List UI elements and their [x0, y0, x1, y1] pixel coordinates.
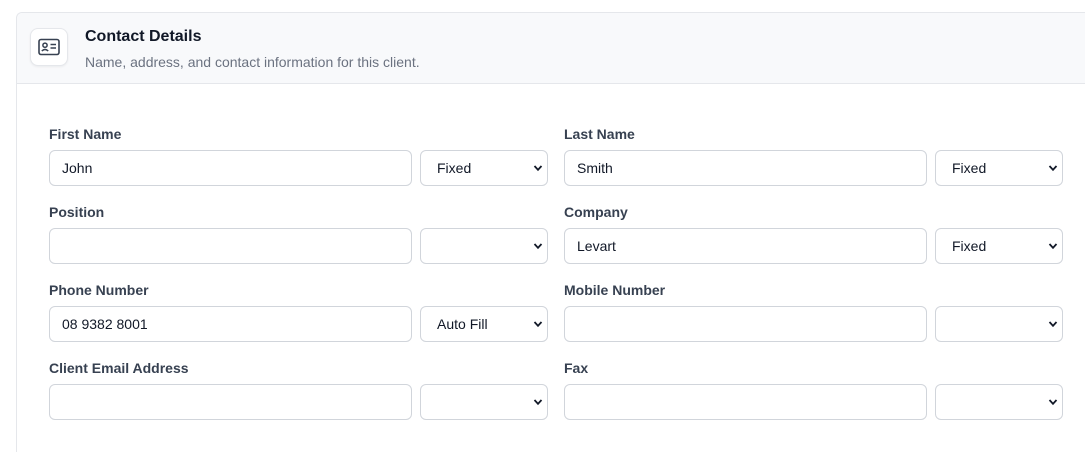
mobile-number-label: Mobile Number	[564, 282, 666, 298]
section-subtitle: Name, address, and contact information f…	[85, 54, 420, 70]
client-email-label: Client Email Address	[49, 360, 189, 376]
first-name-input[interactable]: John	[49, 150, 412, 186]
fax-label: Fax	[564, 360, 589, 376]
company-mode-value: Fixed	[952, 238, 987, 254]
company-mode-select[interactable]: Fixed	[935, 228, 1063, 264]
mobile-number-input[interactable]	[564, 306, 927, 342]
position-input[interactable]	[49, 228, 412, 264]
chevron-down-icon	[1048, 165, 1058, 172]
chevron-down-icon	[1048, 243, 1058, 250]
contact-card-icon	[30, 28, 68, 66]
card-header: Contact Details Name, address, and conta…	[17, 13, 1085, 84]
position-mode-select[interactable]	[420, 228, 548, 264]
company-label: Company	[564, 204, 628, 220]
last-name-mode-select[interactable]: Fixed	[935, 150, 1063, 186]
chevron-down-icon	[533, 399, 543, 406]
company-input[interactable]: Levart	[564, 228, 927, 264]
fax-input[interactable]	[564, 384, 927, 420]
position-label: Position	[49, 204, 105, 220]
mobile-number-mode-select[interactable]	[935, 306, 1063, 342]
chevron-down-icon	[1048, 321, 1058, 328]
chevron-down-icon	[533, 243, 543, 250]
client-email-input[interactable]	[49, 384, 412, 420]
section-title: Contact Details	[85, 28, 202, 45]
first-name-label: First Name	[49, 126, 122, 142]
phone-number-mode-select[interactable]: Auto Fill	[420, 306, 548, 342]
fax-mode-select[interactable]	[935, 384, 1063, 420]
phone-number-label: Phone Number	[49, 282, 149, 298]
first-name-mode-select[interactable]: Fixed	[420, 150, 548, 186]
chevron-down-icon	[1048, 399, 1058, 406]
last-name-label: Last Name	[564, 126, 635, 142]
client-email-mode-select[interactable]	[420, 384, 548, 420]
phone-number-input[interactable]: 08 9382 8001	[49, 306, 412, 342]
chevron-down-icon	[533, 321, 543, 328]
last-name-mode-value: Fixed	[952, 160, 987, 176]
first-name-mode-value: Fixed	[437, 160, 472, 176]
phone-number-mode-value: Auto Fill	[437, 316, 488, 332]
chevron-down-icon	[533, 165, 543, 172]
last-name-input[interactable]: Smith	[564, 150, 927, 186]
